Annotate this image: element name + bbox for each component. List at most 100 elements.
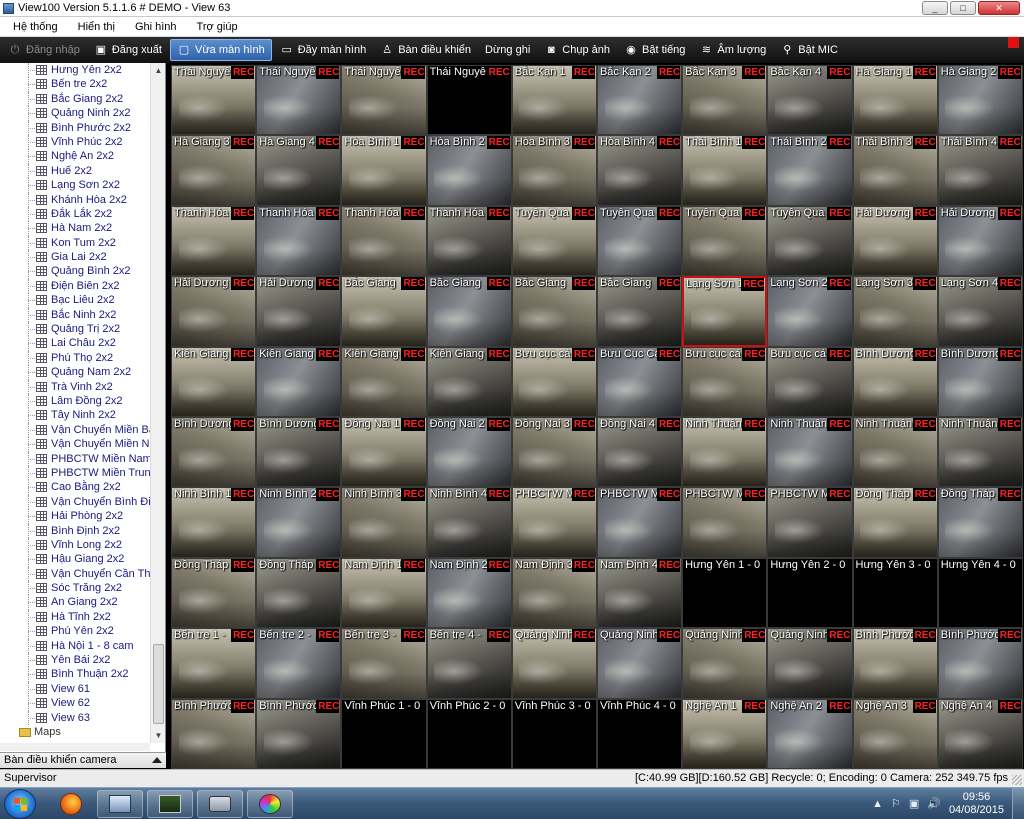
camera-tile[interactable]: Bình Dương REC — [256, 416, 342, 488]
tree-item[interactable]: Lâm Đồng 2x2 — [0, 393, 150, 409]
toolbar-button-8[interactable]: ≋ Âm lượng — [693, 39, 772, 61]
toolbar-button-7[interactable]: ◉ Bật tiếng — [618, 39, 691, 61]
close-button[interactable]: ✕ — [978, 1, 1020, 15]
camera-tile[interactable]: Nam Định 4 REC — [596, 557, 683, 629]
tree-item[interactable]: Phú Yên 2x2 — [0, 624, 150, 639]
resize-grip-icon[interactable] — [1012, 775, 1022, 785]
camera-tile[interactable]: Nam Định 2 REC — [426, 557, 512, 629]
camera-tile[interactable]: Bến tre 4 - REC — [426, 628, 512, 699]
clock[interactable]: 09:56 04/08/2015 — [949, 791, 1004, 817]
camera-tile[interactable]: Bắc Giang REC — [596, 276, 683, 347]
tree-item[interactable]: Lạng Sơn 2x2 — [0, 178, 150, 193]
camera-tile[interactable]: Quảng Ninh REC — [767, 628, 853, 699]
tree-item[interactable]: View 62 — [0, 696, 150, 711]
tree-item[interactable]: Gia Lai 2x2 — [0, 250, 150, 265]
camera-tile[interactable]: Hải Dương REC — [852, 205, 938, 277]
tree-item[interactable]: PHBCTW Miền Trung — [0, 465, 150, 481]
camera-tile[interactable]: Vĩnh Phúc 4 - 0 — [596, 698, 683, 769]
tree-item[interactable]: Hưng Yên 2x2 — [0, 63, 150, 78]
camera-tile[interactable]: Lạng Sơn 4 REC — [937, 276, 1023, 347]
tree-vertical-scrollbar[interactable]: ▲ ▼ — [150, 63, 165, 743]
toolbar-button-3[interactable]: ▭ Đầy màn hình — [274, 39, 372, 61]
tree-item[interactable]: Vĩnh Phúc 2x2 — [0, 134, 150, 150]
camera-tile[interactable]: Tuyên Qua REC — [682, 205, 768, 277]
menu-record[interactable]: Ghi hình — [122, 17, 184, 36]
menu-help[interactable]: Trợ giúp — [184, 17, 245, 36]
camera-tile[interactable]: Ninh Bình 4 REC — [426, 487, 512, 558]
tree-item[interactable]: An Giang 2x2 — [0, 595, 150, 610]
camera-tile[interactable]: Bưu cục cá REC — [682, 346, 768, 417]
camera-tile[interactable]: Bình Dương REC — [852, 346, 938, 417]
camera-tile[interactable]: PHBCTW M REC — [596, 487, 683, 558]
camera-tile[interactable]: Ninh Bình 1 REC — [171, 487, 257, 558]
network-icon[interactable]: ▣ — [909, 797, 919, 810]
tree-item[interactable]: Hà Tĩnh 2x2 — [0, 609, 150, 625]
camera-tile[interactable]: Đồng Nai 2 REC — [426, 416, 512, 488]
camera-tile[interactable]: Bắc Kạn 4 REC — [767, 65, 853, 136]
camera-tile[interactable]: Đồng Tháp REC — [256, 557, 342, 629]
camera-tile[interactable]: PHBCTW M REC — [511, 487, 597, 558]
camera-tile[interactable]: Nam Định 1 REC — [341, 557, 427, 629]
camera-tile[interactable]: Thanh Hóa REC — [171, 205, 257, 277]
camera-tile[interactable]: Bình Phước REC — [852, 628, 938, 699]
camera-tile[interactable]: Bình Dương REC — [937, 346, 1023, 417]
camera-tile[interactable]: Bắc Giang REC — [426, 276, 512, 347]
camera-tile[interactable]: Bình Phước REC — [171, 698, 257, 769]
camera-tile[interactable]: Hưng Yên 3 - 0 — [852, 557, 938, 629]
camera-tile[interactable]: Bắc Giang REC — [341, 276, 427, 347]
camera-tile[interactable]: Ninh Bình 2 REC — [256, 487, 342, 558]
tree-item[interactable]: View 61 — [0, 681, 150, 697]
tree-item[interactable]: Bình Thuận 2x2 — [0, 667, 150, 682]
tree-item[interactable]: Phú Thọ 2x2 — [0, 350, 150, 366]
camera-tile[interactable]: Thái Bình 4 REC — [937, 135, 1023, 206]
camera-tile[interactable]: Ninh Thuận REC — [852, 416, 938, 488]
camera-tile[interactable]: Bình Dương REC — [171, 416, 257, 488]
tree-item[interactable]: Hải Phòng 2x2 — [0, 509, 150, 524]
camera-tile[interactable]: Thanh Hóa REC — [341, 205, 427, 277]
camera-tile[interactable]: Vĩnh Phúc 3 - 0 — [511, 698, 597, 769]
camera-tile[interactable]: Lạng Sơn 2 REC — [767, 276, 853, 347]
tree-item[interactable]: Trà Vinh 2x2 — [0, 379, 150, 394]
camera-tile[interactable]: Nghệ An 4 REC — [937, 698, 1023, 769]
camera-tile[interactable]: Quảng Ninh REC — [682, 628, 768, 699]
camera-tile[interactable]: Bắc Kạn 2 REC — [596, 65, 683, 136]
taskbar-computer[interactable] — [97, 790, 143, 818]
camera-tile[interactable]: PHBCTW M REC — [682, 487, 768, 558]
tree-item[interactable]: View 63 — [0, 710, 150, 725]
tree-item[interactable]: Hà Nam 2x2 — [0, 221, 150, 236]
camera-tile[interactable]: Thái Bình 1 REC — [682, 135, 768, 206]
camera-tile[interactable]: Nghệ An 2 REC — [767, 698, 853, 769]
camera-tile[interactable]: Hà Giang 2 REC — [937, 65, 1023, 136]
toolbar-button-1[interactable]: ▣ Đăng xuất — [88, 39, 168, 61]
tree-item[interactable]: Tây Ninh 2x2 — [0, 408, 150, 423]
camera-tile[interactable]: Vĩnh Phúc 2 - 0 — [426, 698, 512, 769]
minimize-button[interactable]: _ — [922, 1, 948, 15]
tree-item[interactable]: Bạc Liêu 2x2 — [0, 293, 150, 308]
camera-tile[interactable]: Hải Dương REC — [937, 205, 1023, 277]
camera-tile[interactable]: Kiên Giang REC — [256, 346, 342, 417]
camera-tile[interactable]: Nghệ An 3 REC — [852, 698, 938, 769]
tree-item[interactable]: Kon Tum 2x2 — [0, 235, 150, 251]
camera-tile[interactable]: Bình Phước REC — [256, 698, 342, 769]
camera-tile[interactable]: Bến tre 3 - REC — [341, 628, 427, 699]
camera-tile[interactable]: Bưu cục cá REC — [511, 346, 597, 417]
camera-tile[interactable]: Lạng Sơn 1 REC — [682, 276, 768, 347]
camera-tile[interactable]: Đồng Nai 1 REC — [341, 416, 427, 488]
start-button-icon[interactable] — [4, 789, 36, 819]
camera-tile[interactable]: Bến tre 2 - REC — [256, 628, 342, 699]
taskbar-firefox[interactable] — [48, 790, 94, 818]
tree-item[interactable]: Bắc Giang 2x2 — [0, 91, 150, 107]
tree-item[interactable]: Vận Chuyển Miền Bắ — [0, 422, 150, 438]
tree-item[interactable]: Quảng Trị 2x2 — [0, 322, 150, 337]
camera-tile[interactable]: PHBCTW M REC — [767, 487, 853, 558]
tree-item[interactable]: Bình Phước 2x2 — [0, 120, 150, 135]
camera-tile[interactable]: Bưu Cục Cá REC — [596, 346, 683, 417]
scroll-thumb[interactable] — [153, 644, 164, 724]
camera-tile[interactable]: Thái Bình 3 REC — [852, 135, 938, 206]
toolbar-button-9[interactable]: ⚲ Bật MIC — [774, 39, 844, 61]
maximize-button[interactable]: □ — [950, 1, 976, 15]
tree-item[interactable]: Quảng Ninh 2x2 — [0, 106, 150, 121]
camera-tile[interactable]: Bến tre 1 - REC — [171, 628, 257, 699]
tree-item[interactable]: Bến tre 2x2 — [0, 77, 150, 92]
tree-item[interactable]: Huế 2x2 — [0, 163, 150, 179]
